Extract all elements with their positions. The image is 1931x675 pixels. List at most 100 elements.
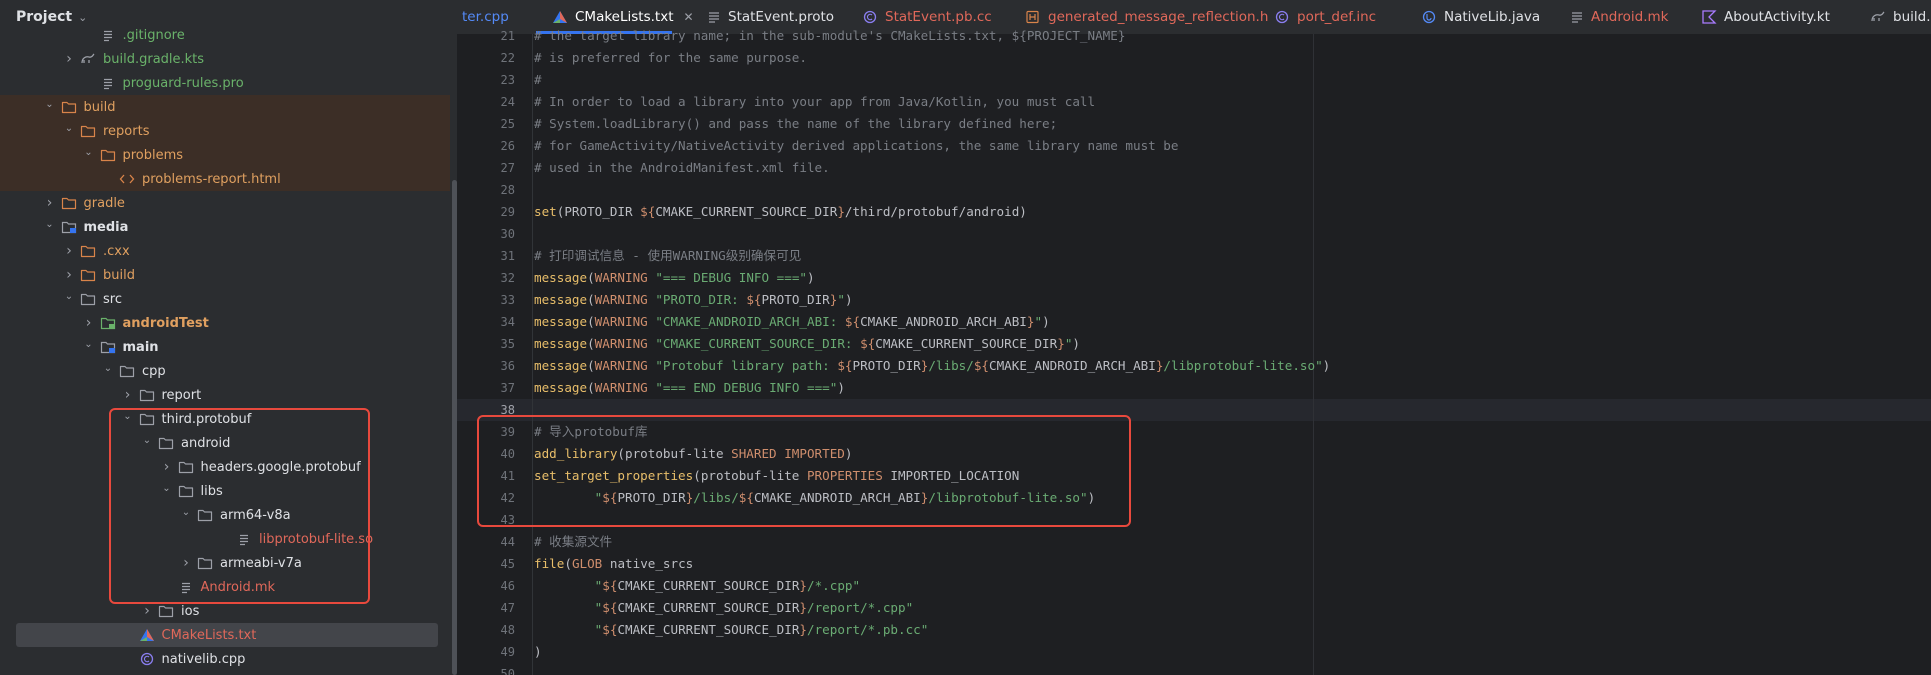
tree-item-problems[interactable]: ⌄ problems xyxy=(0,143,450,167)
tree-item-proguard-rules-pro[interactable]: proguard-rules.pro xyxy=(0,71,450,95)
code-line[interactable]: # In order to load a library into your a… xyxy=(534,91,1095,113)
code-line[interactable]: # used in the AndroidManifest.xml file. xyxy=(534,157,830,179)
chevron-down-icon[interactable]: ⌄ xyxy=(42,219,58,230)
tree-item-armeabi-v7a[interactable]: › armeabi-v7a xyxy=(0,551,450,575)
file-icon xyxy=(233,531,255,547)
chevron-down-icon[interactable]: ⌄ xyxy=(42,99,58,110)
chevron-right-icon[interactable]: › xyxy=(61,51,77,67)
chevron-right-icon[interactable]: › xyxy=(61,243,77,259)
chevron-down-icon[interactable]: ⌄ xyxy=(100,363,116,374)
tree-item-ios[interactable]: › ios xyxy=(0,599,450,623)
code-line[interactable]: "${CMAKE_CURRENT_SOURCE_DIR}/report/*.cp… xyxy=(534,597,914,619)
chevron-right-icon[interactable]: › xyxy=(178,555,194,571)
tree-item-cmakelists-txt[interactable]: CMakeLists.txt xyxy=(16,623,438,647)
code-line[interactable]: "${PROTO_DIR}/libs/${CMAKE_ANDROID_ARCH_… xyxy=(534,487,1096,509)
line-number: 23 xyxy=(500,73,515,87)
code-line[interactable]: # is preferred for the same purpose. xyxy=(534,47,807,69)
tree-item-gradle[interactable]: › gradle xyxy=(0,191,450,215)
code-line[interactable]: set_target_properties(protobuf-lite PROP… xyxy=(534,465,1019,487)
chevron-right-icon[interactable]: › xyxy=(159,459,175,475)
tree-item-label: androidTest xyxy=(122,315,209,331)
code-token: # xyxy=(534,72,542,87)
code-line[interactable]: # 收集源文件 xyxy=(534,531,612,553)
code-line[interactable]: "${CMAKE_CURRENT_SOURCE_DIR}/*.cpp" xyxy=(534,575,860,597)
tree-item-nativelib-cpp[interactable]: nativelib.cpp xyxy=(0,647,450,671)
tree-item-media[interactable]: ⌄ media xyxy=(0,215,450,239)
tree-item-arm64-v8a[interactable]: ⌄ arm64-v8a xyxy=(0,503,450,527)
tree-item-label: build xyxy=(83,99,116,115)
tree-item-build[interactable]: ⌄ build xyxy=(0,95,450,119)
chevron-down-icon[interactable]: ⌄ xyxy=(120,411,136,422)
code-line[interactable]: message(WARNING "=== END DEBUG INFO ==="… xyxy=(534,377,845,399)
tree-item-gitignore[interactable]: .gitignore xyxy=(0,23,450,47)
code-line[interactable]: message(WARNING "Protobuf library path: … xyxy=(534,355,1330,377)
chevron-down-icon[interactable]: ⌄ xyxy=(61,123,77,134)
tree-item-label: src xyxy=(103,291,122,307)
tree-item-problems-report-html[interactable]: problems-report.html xyxy=(0,167,450,191)
code-line[interactable]: # 导入protobuf库 xyxy=(534,421,648,443)
code-token: (protobuf-lite xyxy=(617,446,732,461)
code-line[interactable]: add_library(protobuf-lite SHARED IMPORTE… xyxy=(534,443,852,465)
chevron-down-icon[interactable]: ⌄ xyxy=(78,11,87,24)
code-line[interactable]: # the target library name; in the sub-mo… xyxy=(534,25,1125,47)
chevron-down-icon[interactable]: ⌄ xyxy=(81,147,97,158)
code-token: add_library xyxy=(534,446,618,461)
tree-item-label: libprotobuf-lite.so xyxy=(259,531,374,547)
chevron-down-icon[interactable]: ⌄ xyxy=(178,507,194,518)
code-token: # System.loadLibrary() and pass the name… xyxy=(534,116,1058,131)
code-token: ) xyxy=(844,446,853,461)
tree-item-src[interactable]: ⌄ src xyxy=(0,287,450,311)
code-line[interactable]: "${CMAKE_CURRENT_SOURCE_DIR}/report/*.pb… xyxy=(534,619,929,641)
code-line[interactable]: set(PROTO_DIR ${CMAKE_CURRENT_SOURCE_DIR… xyxy=(534,201,1027,223)
tree-item-android[interactable]: ⌄ android xyxy=(0,431,450,455)
code-line[interactable]: # 打印调试信息 - 使用WARNING级别确保可见 xyxy=(534,245,801,267)
code-line[interactable]: message(WARNING "CMAKE_ANDROID_ARCH_ABI:… xyxy=(534,311,1050,333)
tree-item-label: CMakeLists.txt xyxy=(161,627,257,643)
code-token: } xyxy=(837,204,845,219)
code-line[interactable]: message(WARNING "PROTO_DIR: ${PROTO_DIR}… xyxy=(534,289,853,311)
tree-item-android-mk[interactable]: Android.mk xyxy=(0,575,450,599)
code-line[interactable]: message(WARNING "=== DEBUG INFO ===") xyxy=(534,267,815,289)
code-token: WARNING xyxy=(594,336,656,351)
code-token: } xyxy=(1057,336,1065,351)
code-line[interactable]: # xyxy=(534,69,542,91)
tree-item-androidtest[interactable]: › androidTest xyxy=(0,311,450,335)
tree-item-cpp[interactable]: ⌄ cpp xyxy=(0,359,450,383)
chevron-right-icon[interactable]: › xyxy=(139,603,155,619)
tree-item-build[interactable]: › build xyxy=(0,263,450,287)
line-number: 39 xyxy=(500,425,515,439)
tree-item-label: proguard-rules.pro xyxy=(122,75,244,91)
tree-item-libs[interactable]: ⌄ libs xyxy=(0,479,450,503)
tree-item-build-gradle-kts[interactable]: › build.gradle.kts xyxy=(0,47,450,71)
tree-item-third-protobuf[interactable]: ⌄ third.protobuf xyxy=(0,407,450,431)
tree-item-main[interactable]: ⌄ main xyxy=(0,335,450,359)
code-token: # for GameActivity/NativeActivity derive… xyxy=(534,138,1179,153)
code-token: /report/*.pb.cc" xyxy=(807,622,929,637)
tree-item-label: problems xyxy=(122,147,184,163)
chevron-down-icon[interactable]: ⌄ xyxy=(159,483,175,494)
code-line[interactable]: # System.loadLibrary() and pass the name… xyxy=(534,113,1057,135)
chevron-right-icon[interactable]: › xyxy=(42,195,58,211)
chevron-down-icon[interactable]: ⌄ xyxy=(81,339,97,350)
code-content[interactable]: # the target library name; in the sub-mo… xyxy=(534,0,1914,675)
code-line[interactable]: # for GameActivity/NativeActivity derive… xyxy=(534,135,1178,157)
code-token: set_target_properties xyxy=(534,468,694,483)
code-token: ${ xyxy=(746,292,762,307)
tree-item-report[interactable]: › report xyxy=(0,383,450,407)
tree-item-reports[interactable]: ⌄ reports xyxy=(0,119,450,143)
chevron-down-icon[interactable]: ⌄ xyxy=(61,291,77,302)
tree-item-label: report xyxy=(161,387,202,403)
chevron-right-icon[interactable]: › xyxy=(120,387,136,403)
chevron-down-icon[interactable]: ⌄ xyxy=(139,435,155,446)
chevron-right-icon[interactable]: › xyxy=(61,267,77,283)
tree-item-libprotobuf-lite-so[interactable]: libprotobuf-lite.so xyxy=(0,527,450,551)
line-number: 29 xyxy=(500,205,515,219)
code-token: file xyxy=(534,556,565,571)
tree-item-headers-google-protobuf[interactable]: › headers.google.protobuf xyxy=(0,455,450,479)
tree-item-cxx[interactable]: › .cxx xyxy=(0,239,450,263)
code-line[interactable]: message(WARNING "CMAKE_CURRENT_SOURCE_DI… xyxy=(534,333,1080,355)
code-token: # 打印调试信息 - 使用WARNING级别确保可见 xyxy=(534,248,802,263)
code-line[interactable]: file(GLOB native_srcs xyxy=(534,553,693,575)
chevron-right-icon[interactable]: › xyxy=(81,315,97,331)
code-line[interactable]: ) xyxy=(534,641,542,663)
